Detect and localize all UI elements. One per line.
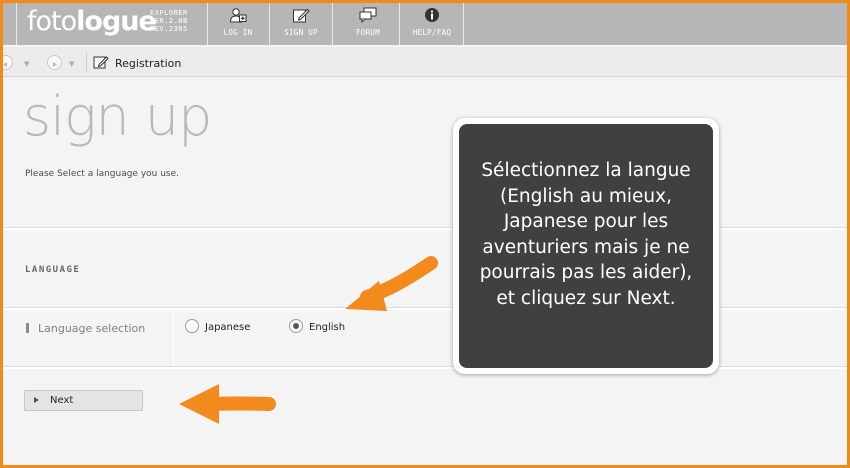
nav-label: LOG IN bbox=[223, 28, 253, 37]
radio-english[interactable] bbox=[289, 319, 303, 333]
screenshot-frame: fotologue EXPLORER VER.2.0B REV.2305 LOG… bbox=[0, 0, 850, 468]
section-title-language: LANGUAGE bbox=[25, 265, 81, 275]
radio-japanese[interactable] bbox=[185, 319, 199, 333]
logo-text: fotologue bbox=[27, 6, 157, 37]
nav-forum-button[interactable]: FORUM bbox=[337, 3, 400, 45]
edit-icon bbox=[93, 56, 109, 69]
user-add-icon bbox=[229, 8, 247, 23]
page-title: sign up bbox=[23, 85, 212, 148]
forward-button[interactable] bbox=[47, 55, 62, 70]
annotation-text: Sélectionnez la langue (English au mieux… bbox=[479, 160, 693, 309]
nav-help-button[interactable]: HELP/FAQ bbox=[401, 3, 464, 45]
fotologue-logo[interactable]: fotologue EXPLORER VER.2.0B REV.2305 bbox=[16, 3, 208, 45]
forward-icon bbox=[53, 62, 57, 67]
nav-label: FORUM bbox=[355, 28, 381, 37]
radio-english-label[interactable]: English bbox=[309, 322, 345, 333]
chat-bubble-icon bbox=[359, 7, 377, 23]
toolbar-divider bbox=[86, 52, 87, 72]
play-icon bbox=[34, 397, 39, 403]
page-subtitle: Please Select a language you use. bbox=[25, 169, 180, 179]
logo-version: EXPLORER VER.2.0B REV.2305 bbox=[150, 9, 188, 33]
logo-text-light: foto bbox=[27, 6, 77, 37]
logo-text-bold: logue bbox=[76, 6, 157, 37]
chevron-down-icon[interactable]: ▼ bbox=[24, 60, 29, 68]
nav-label: HELP/FAQ bbox=[412, 28, 452, 37]
nav-label: SIGN UP bbox=[284, 28, 318, 37]
annotation-callout: Sélectionnez la langue (English au mieux… bbox=[453, 118, 719, 374]
edit-icon bbox=[293, 8, 310, 23]
chevron-down-icon[interactable]: ▼ bbox=[69, 60, 74, 68]
secondary-toolbar: ▼ ▼ Registration bbox=[3, 47, 847, 77]
nav-signup-button[interactable]: SIGN UP bbox=[270, 3, 333, 45]
annotation-callout-body: Sélectionnez la langue (English au mieux… bbox=[459, 124, 713, 368]
info-icon bbox=[425, 8, 439, 22]
divider bbox=[3, 228, 847, 230]
next-button-label: Next bbox=[50, 395, 74, 406]
back-button[interactable] bbox=[3, 55, 13, 70]
row-divider bbox=[173, 309, 174, 369]
top-nav-bar: fotologue EXPLORER VER.2.0B REV.2305 LOG… bbox=[3, 3, 847, 45]
back-icon bbox=[3, 62, 7, 67]
language-selection-label: Language selection bbox=[38, 322, 146, 335]
logo-version-line: EXPLORER bbox=[150, 9, 188, 17]
breadcrumb-registration: Registration bbox=[115, 57, 182, 70]
radio-selected-dot bbox=[293, 323, 299, 329]
annotation-arrow-language bbox=[345, 256, 438, 311]
logo-version-line: REV.2305 bbox=[150, 25, 188, 33]
next-button[interactable]: Next bbox=[24, 390, 143, 411]
row-marker bbox=[26, 323, 29, 333]
nav-login-button[interactable]: LOG IN bbox=[207, 3, 270, 45]
annotation-arrow-next bbox=[179, 384, 276, 424]
radio-japanese-label[interactable]: Japanese bbox=[205, 322, 250, 333]
divider bbox=[3, 367, 847, 369]
logo-version-line: VER.2.0B bbox=[150, 17, 188, 25]
